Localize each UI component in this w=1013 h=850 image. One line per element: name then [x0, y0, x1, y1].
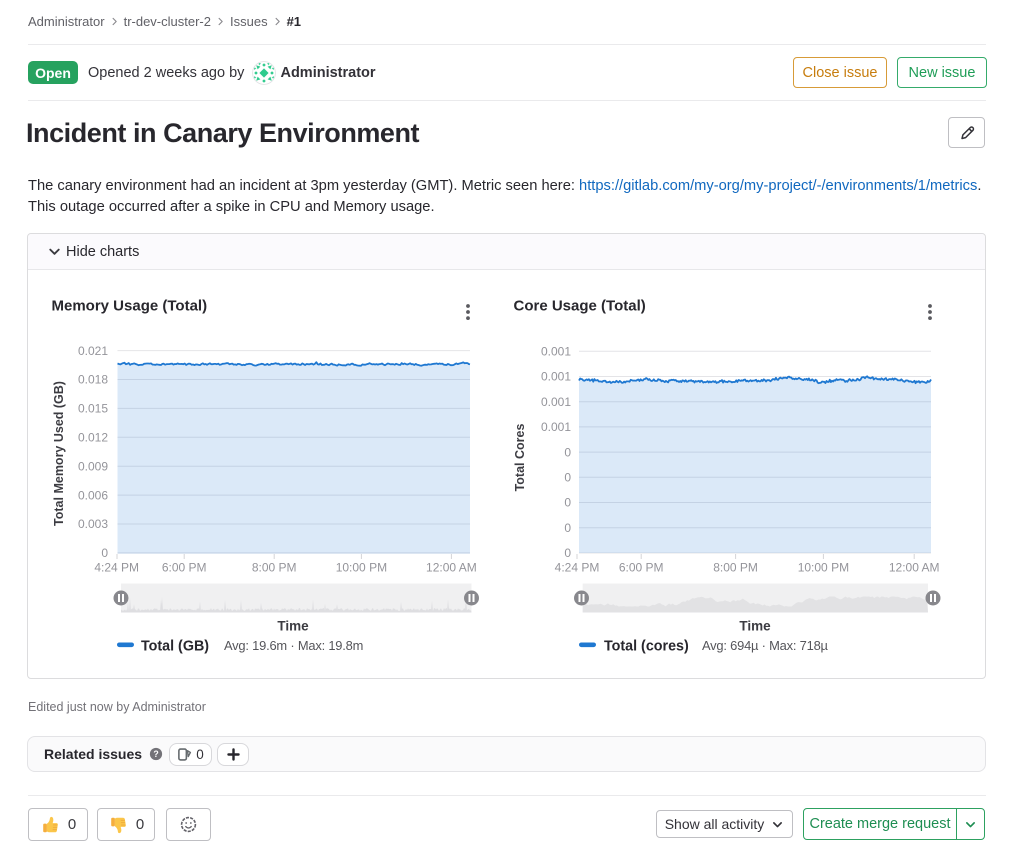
svg-text:4:24 PM: 4:24 PM [94, 561, 139, 575]
svg-text:0: 0 [564, 445, 571, 459]
svg-text:0.001: 0.001 [541, 395, 571, 409]
svg-text:Time: Time [739, 619, 771, 634]
svg-text:0.003: 0.003 [78, 517, 108, 531]
svg-text:Memory Usage (Total): Memory Usage (Total) [52, 298, 208, 315]
svg-text:8:00 PM: 8:00 PM [252, 561, 297, 575]
svg-text:10:00 PM: 10:00 PM [336, 561, 387, 575]
svg-text:4:24 PM: 4:24 PM [555, 561, 600, 575]
svg-text:0.018: 0.018 [78, 373, 108, 387]
svg-text:0.009: 0.009 [78, 459, 108, 473]
svg-text:?: ? [153, 749, 158, 759]
svg-text:0.021: 0.021 [78, 344, 108, 358]
svg-text:Total (GB): Total (GB) [141, 639, 209, 655]
svg-text:10:00 PM: 10:00 PM [798, 561, 849, 575]
svg-text:0: 0 [564, 546, 571, 560]
svg-text:Avg: 694µ · Max: 718µ: Avg: 694µ · Max: 718µ [702, 638, 829, 653]
svg-text:0: 0 [564, 521, 571, 535]
svg-text:Total Memory Used (GB): Total Memory Used (GB) [52, 381, 66, 526]
svg-text:8:00 PM: 8:00 PM [713, 561, 758, 575]
svg-text:0.015: 0.015 [78, 402, 108, 416]
svg-text:6:00 PM: 6:00 PM [619, 561, 664, 575]
svg-text:0: 0 [564, 471, 571, 485]
svg-text:12:00 AM: 12:00 AM [889, 561, 940, 575]
svg-text:0.006: 0.006 [78, 488, 108, 502]
svg-text:12:00 AM: 12:00 AM [426, 561, 477, 575]
svg-text:Time: Time [277, 619, 309, 634]
svg-text:0: 0 [101, 546, 108, 560]
svg-text:6:00 PM: 6:00 PM [162, 561, 207, 575]
svg-text:0.001: 0.001 [541, 370, 571, 384]
svg-text:Core Usage (Total): Core Usage (Total) [514, 298, 646, 315]
svg-text:Total Cores: Total Cores [513, 424, 527, 492]
svg-text:Total (cores): Total (cores) [604, 639, 689, 655]
svg-text:Avg: 19.6m · Max: 19.8m: Avg: 19.6m · Max: 19.8m [224, 638, 363, 653]
svg-text:0.001: 0.001 [541, 345, 571, 359]
svg-text:0: 0 [564, 496, 571, 510]
svg-text:0.012: 0.012 [78, 431, 108, 445]
svg-text:0.001: 0.001 [541, 420, 571, 434]
